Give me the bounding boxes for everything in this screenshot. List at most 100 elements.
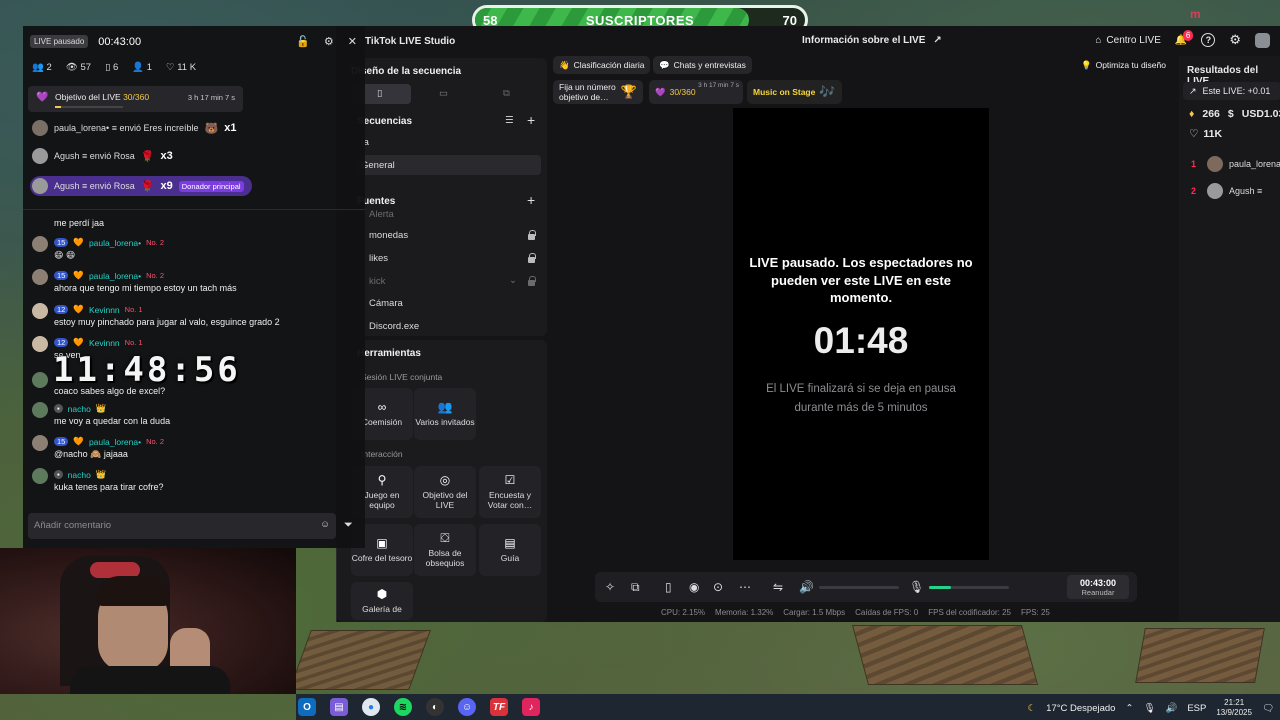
notification-icon[interactable]: 🗨 <box>1262 703 1274 714</box>
goal-progress <box>55 106 123 108</box>
optimize-design-chip[interactable]: 💡 Optimiza tu diseño <box>1075 56 1172 74</box>
goal-widget[interactable]: 💜 30/360 3 h 17 min 7 s <box>649 80 743 104</box>
results-coins-row: ♦ 266 $ USD1.03 <box>1189 108 1280 120</box>
guia-tool[interactable]: ▤ Guía <box>479 524 541 576</box>
comment-input[interactable]: Añadir comentario ☺ <box>28 513 336 539</box>
chevron-down-icon[interactable]: ⌄ <box>509 275 517 286</box>
username[interactable]: Kevinnn <box>89 338 120 348</box>
source-item[interactable]: Discord.exe <box>369 321 419 332</box>
speaker-icon[interactable]: 🔊 <box>799 580 814 594</box>
chip-label: Chats y entrevistas <box>673 60 746 70</box>
tiktok-icon[interactable]: ♪ <box>522 698 540 716</box>
chat-message: me perdí jaa <box>32 210 352 230</box>
live-goal-bar[interactable]: 💜 Objetivo del LIVE 30/360 3 h 17 min 7 … <box>28 86 243 112</box>
results-coins: 266 <box>1202 108 1220 120</box>
avatar <box>32 336 48 352</box>
magic-icon[interactable]: ✧ <box>605 580 615 594</box>
list-icon[interactable]: ☰ <box>505 115 514 126</box>
username[interactable]: Kevinnn <box>89 305 120 315</box>
lock-icon[interactable] <box>527 253 536 263</box>
microphone-icon[interactable]: 🎙 <box>909 580 924 594</box>
ranking-row[interactable]: 1 paula_lorena <box>1191 156 1280 172</box>
more-icon[interactable]: ⋯ <box>739 580 751 594</box>
speaker-icon[interactable]: 🔊 <box>1165 703 1177 714</box>
goal-icon: 💜 <box>36 92 49 103</box>
spotify-icon[interactable]: ≋ <box>394 698 412 716</box>
centro-live-button[interactable]: ⌂ Centro LIVE <box>1095 35 1161 46</box>
eye-icon: 👁 <box>65 62 78 73</box>
add-source-icon[interactable]: + <box>527 192 535 208</box>
music-on-stage-chip[interactable]: Music on Stage 🎶 <box>747 80 842 104</box>
discord-icon[interactable]: ☺ <box>458 698 476 716</box>
bell-icon[interactable]: 🔔 6 <box>1175 29 1194 46</box>
moon-icon: ☾ <box>1027 702 1037 714</box>
streamer-hair <box>96 576 170 606</box>
avatar <box>32 148 48 164</box>
username[interactable]: nacho <box>68 404 91 414</box>
bolsa-obsequios-tool[interactable]: ⛋ Bolsa de obsequios <box>414 524 476 576</box>
share-icon[interactable]: ↗ <box>933 35 941 46</box>
results-likes: 11K <box>1203 128 1223 140</box>
username[interactable]: paula_lorena• <box>89 238 141 248</box>
tf-icon[interactable]: TF <box>490 698 508 716</box>
gift-text: paula_lorena• ≡ envió Eres increíble <box>54 123 199 133</box>
avatar <box>1207 156 1223 172</box>
gear-icon[interactable]: ⚙ <box>1229 32 1241 48</box>
lock-icon[interactable] <box>527 230 536 240</box>
outlook-icon[interactable]: O <box>298 698 316 716</box>
chevron-up-icon[interactable]: ⌃ <box>1125 703 1133 714</box>
encuesta-tool[interactable]: ☑ Encuesta y Votar con… <box>479 466 541 518</box>
help-icon[interactable]: ? <box>1201 33 1216 47</box>
microphone-icon[interactable]: 🎙 <box>1143 703 1155 714</box>
username[interactable]: nacho <box>68 470 91 480</box>
interaction-title: Interacción <box>361 449 403 459</box>
chats-interviews-chip[interactable]: 💬 Chats y entrevistas <box>653 56 752 74</box>
screen-icon[interactable]: ⧉ <box>631 580 640 595</box>
source-item[interactable]: monedas <box>369 230 408 241</box>
badge-icon: 👑 <box>95 403 107 413</box>
obs-icon[interactable]: ◐ <box>426 698 444 716</box>
capture-icon[interactable]: ⊙ <box>713 580 723 594</box>
heart-icon: 💜 <box>655 86 666 97</box>
phone-icon[interactable]: ▯ <box>665 580 672 594</box>
chrome-icon[interactable]: ● <box>362 698 380 716</box>
sequence-item[interactable]: General <box>361 160 395 171</box>
filter-icon[interactable]: ⏷ <box>344 519 353 532</box>
source-item[interactable]: Cámara <box>369 298 403 309</box>
close-icon[interactable]: ✕ <box>348 35 357 48</box>
taskbar-clock[interactable]: 21:21 13/9/2025 <box>1216 698 1252 718</box>
chip-label: Music on Stage <box>753 87 816 97</box>
language-indicator[interactable]: ESP <box>1187 703 1206 714</box>
streamer-shirt <box>70 666 230 694</box>
source-item[interactable]: kick <box>369 276 385 287</box>
objetivo-live-tool[interactable]: ◎ Objetivo del LIVE <box>414 466 476 518</box>
gear-icon[interactable]: ⚙ <box>324 35 334 48</box>
weather-text[interactable]: 17°C Despejado <box>1046 703 1115 714</box>
volume-slider[interactable] <box>819 586 899 589</box>
add-sequence-icon[interactable]: + <box>527 112 535 128</box>
ranking-row[interactable]: 2 Agush ≡ <box>1191 183 1262 199</box>
files-icon[interactable]: ▤ <box>330 698 348 716</box>
tool-label: Coemisión <box>361 416 403 427</box>
message-meta: ▪ nacho 👑 <box>54 469 106 480</box>
source-item[interactable]: likes <box>369 253 388 264</box>
gift-count: x9 <box>160 180 173 192</box>
settings-sliders-icon[interactable]: ⇋ <box>773 580 783 594</box>
username[interactable]: paula_lorena• <box>89 271 141 281</box>
unlock-icon[interactable]: 🔓 <box>296 35 310 48</box>
live-info-title[interactable]: Información sobre el LIVE ↗ <box>802 35 942 46</box>
avatar[interactable] <box>1255 32 1270 48</box>
mic-level-slider[interactable] <box>929 586 1009 589</box>
landscape-tab-icon[interactable]: ▭ <box>439 88 448 99</box>
multi-tab-icon[interactable]: ⧉ <box>503 88 510 99</box>
daily-ranking-chip[interactable]: 👋 Clasificación diaria <box>553 56 651 74</box>
source-item[interactable]: Alerta <box>369 209 394 220</box>
username[interactable]: paula_lorena• <box>89 437 141 447</box>
lock-icon[interactable] <box>527 276 536 286</box>
goal-setter-widget[interactable]: Fija un número objetivo de… 🏆 <box>553 80 643 104</box>
varios-invitados-tool[interactable]: 👥 Varios invitados <box>414 388 476 440</box>
emoji-icon[interactable]: ☺ <box>320 519 330 530</box>
record-icon[interactable]: ◉ <box>689 580 699 594</box>
galeria-tool[interactable]: ⬢ Galería de <box>351 582 413 620</box>
resume-button[interactable]: 00:43:00 Reanudar <box>1067 575 1129 599</box>
